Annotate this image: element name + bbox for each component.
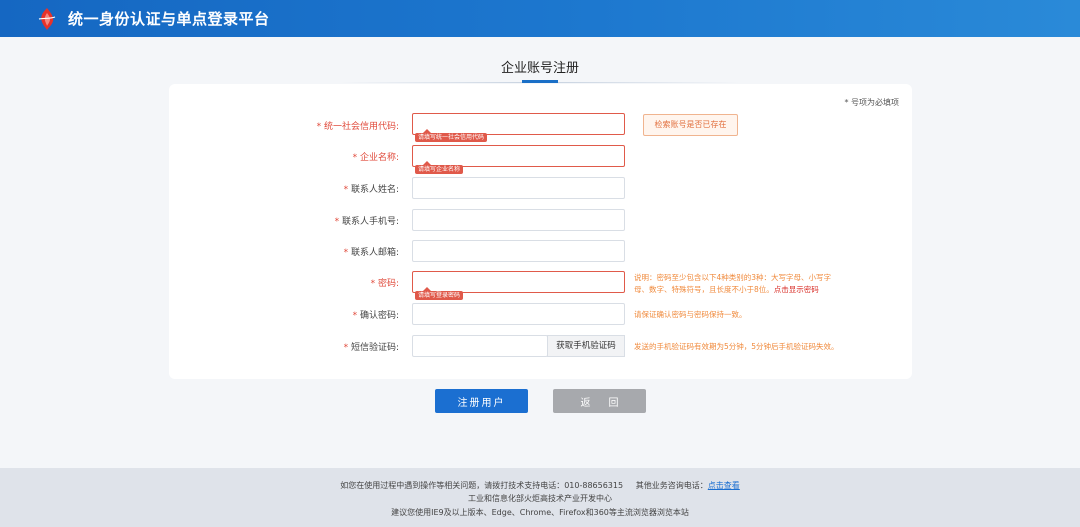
password-error-tip: 请填写登录密码 <box>415 287 464 300</box>
company-name-label: * 企业名称: <box>352 153 399 163</box>
business-contact-link[interactable]: 点击查看 <box>708 481 740 490</box>
footer: 如您在使用过程中遇到操作等相关问题，请拨打技术支持电话：010-88656315… <box>0 468 1080 527</box>
contact-email-label: * 联系人邮箱: <box>343 248 399 258</box>
confirm-password-hint: 请保证确认密码与密码保持一致。 <box>634 310 747 319</box>
sms-code-hint: 发送的手机验证码有效期为5分钟，5分钟后手机验证码失效。 <box>634 342 839 351</box>
registration-form-card: * 号项为必填项 * 统一社会信用代码: 请填写统一社会信用代码 检索账号是否已… <box>169 84 912 379</box>
company-name-error-tip: 请填写企业名称 <box>415 161 464 174</box>
confirm-password-label: * 确认密码: <box>352 311 399 321</box>
password-input[interactable] <box>412 271 625 293</box>
sms-code-input[interactable] <box>412 335 548 357</box>
company-name-input[interactable] <box>412 145 625 167</box>
required-note: * 号项为必填项 <box>844 98 899 107</box>
check-account-exists-button[interactable]: 检索账号是否已存在 <box>643 114 738 136</box>
show-password-link[interactable]: 点击显示密码 <box>774 285 819 294</box>
register-button[interactable]: 注册用户 <box>435 389 528 413</box>
sms-code-label: * 短信验证码: <box>343 343 399 353</box>
credit-code-input[interactable] <box>412 113 625 135</box>
password-hint: 说明：密码至少包含以下4种类别的3种：大写字母、小写字 母、数字、特殊符号，且长… <box>634 273 832 294</box>
torch-logo-icon <box>38 8 56 30</box>
top-bar: 统一身份认证与单点登录平台 <box>0 0 1080 37</box>
contact-name-label: * 联系人姓名: <box>343 185 399 195</box>
credit-code-label: * 统一社会信用代码: <box>316 122 399 132</box>
confirm-password-input[interactable] <box>412 303 625 325</box>
back-button[interactable]: 返回 <box>553 389 646 413</box>
title-accent-bar <box>522 80 558 83</box>
contact-name-input[interactable] <box>412 177 625 199</box>
contact-email-input[interactable] <box>412 240 625 262</box>
contact-phone-input[interactable] <box>412 209 625 231</box>
page-title: 企业账号注册 <box>500 61 579 76</box>
footer-browser-note: 建议您使用IE9及以上版本、Edge、Chrome、Firefox和360等主流… <box>391 508 689 517</box>
footer-org: 工业和信息化部火炬高技术产业开发中心 <box>468 494 612 503</box>
get-sms-code-button[interactable]: 获取手机验证码 <box>547 335 625 357</box>
contact-phone-label: * 联系人手机号: <box>334 217 399 227</box>
footer-support-line: 如您在使用过程中遇到操作等相关问题，请拨打技术支持电话：010-88656315… <box>340 481 740 490</box>
platform-title: 统一身份认证与单点登录平台 <box>68 10 270 28</box>
credit-code-error-tip: 请填写统一社会信用代码 <box>415 129 488 142</box>
password-label: * 密码: <box>370 279 399 289</box>
